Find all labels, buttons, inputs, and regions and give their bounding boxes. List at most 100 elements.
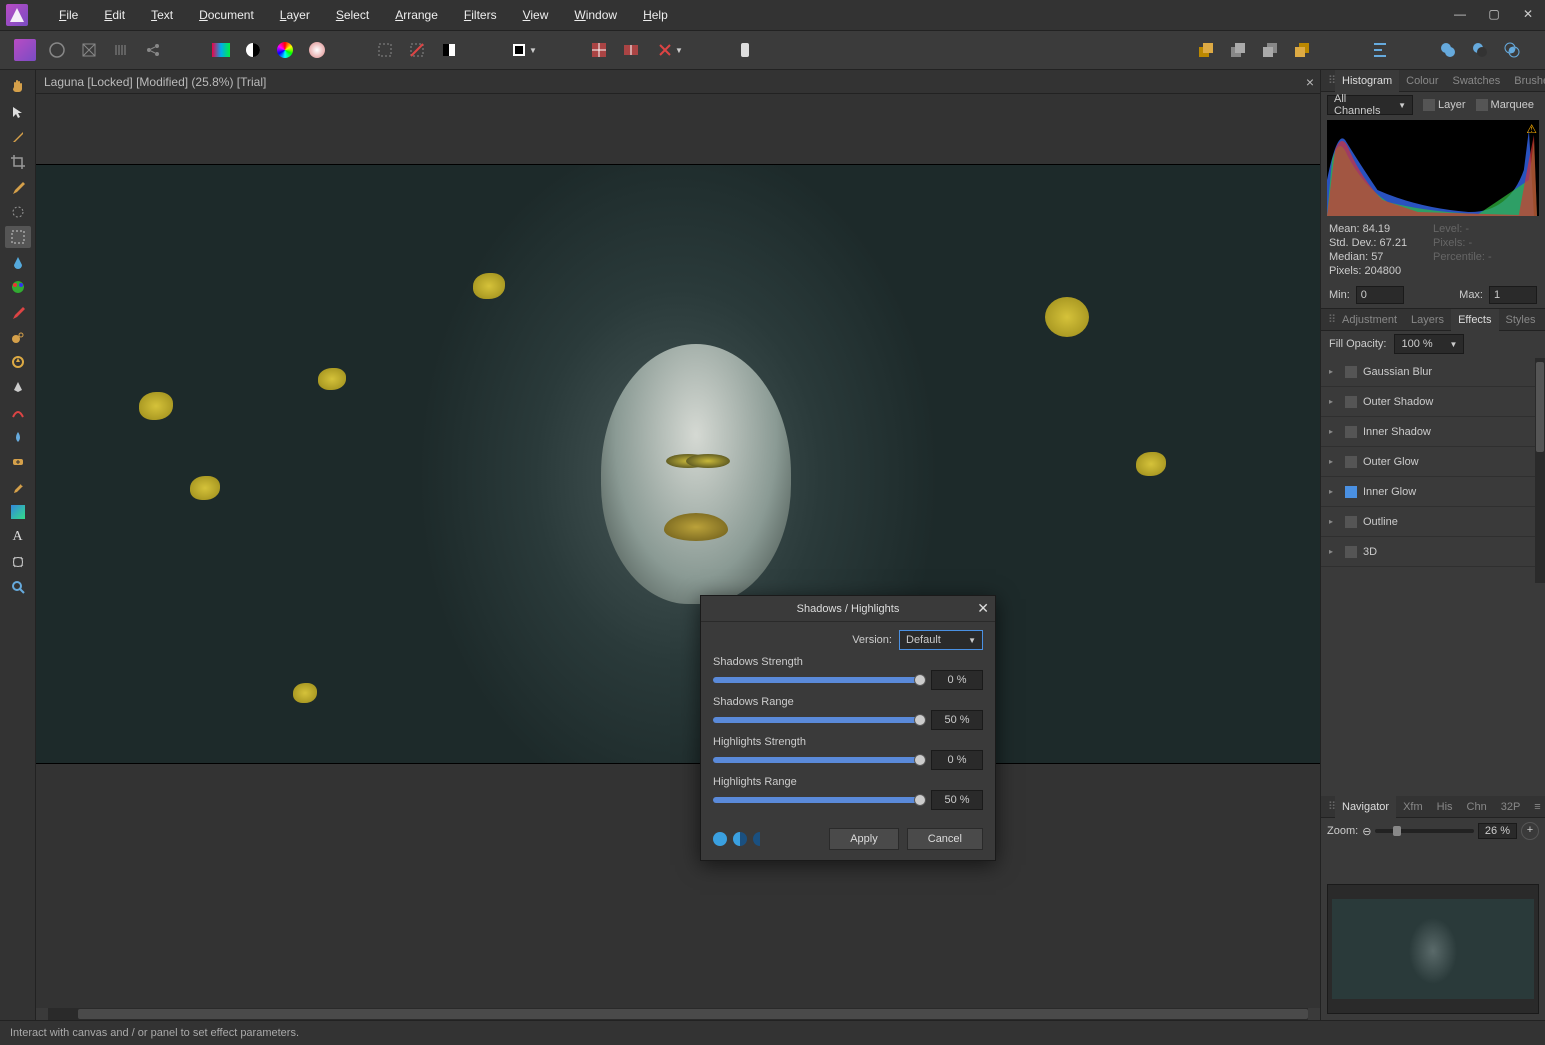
tab-effects[interactable]: Effects bbox=[1451, 309, 1498, 331]
tab-his[interactable]: His bbox=[1430, 796, 1460, 818]
histogram-channel-dropdown[interactable]: All Channels▼ bbox=[1327, 95, 1413, 115]
menu-arrange[interactable]: Arrange bbox=[382, 0, 451, 30]
version-dropdown[interactable]: Default▼ bbox=[899, 630, 983, 650]
selection-invert-icon[interactable] bbox=[436, 37, 462, 63]
slider-track[interactable] bbox=[713, 797, 921, 803]
effects-scrollbar[interactable] bbox=[1535, 358, 1545, 583]
zoom-tool-icon[interactable] bbox=[5, 576, 31, 598]
effect-item[interactable]: ▸Outline bbox=[1321, 507, 1545, 537]
blur-tool-icon[interactable] bbox=[5, 426, 31, 448]
tab-brushes[interactable]: Brushes bbox=[1507, 70, 1545, 92]
gradient-tool-icon[interactable] bbox=[5, 501, 31, 523]
cancel-button[interactable]: Cancel bbox=[907, 828, 983, 850]
tab-xfm[interactable]: Xfm bbox=[1396, 796, 1430, 818]
pen-tool-icon[interactable] bbox=[5, 376, 31, 398]
eyedropper-tool-icon[interactable] bbox=[5, 476, 31, 498]
arrange-forward-icon[interactable] bbox=[1193, 37, 1219, 63]
persona-photo-icon[interactable] bbox=[12, 37, 38, 63]
flood-select-tool-icon[interactable] bbox=[5, 251, 31, 273]
zoom-out-button[interactable]: ⊖ bbox=[1362, 825, 1371, 838]
histogram-max-input[interactable] bbox=[1489, 286, 1537, 304]
marquee-tool-icon[interactable] bbox=[5, 226, 31, 248]
slider-track[interactable] bbox=[713, 717, 921, 723]
effect-item[interactable]: ▸Inner Glow bbox=[1321, 477, 1545, 507]
menu-help[interactable]: Help bbox=[630, 0, 681, 30]
inpaint-tool-icon[interactable] bbox=[5, 401, 31, 423]
slider-knob[interactable] bbox=[914, 714, 926, 726]
effect-item[interactable]: ▸Outer Glow bbox=[1321, 447, 1545, 477]
paint-brush-tool-icon[interactable] bbox=[5, 176, 31, 198]
adjustment-soft-icon[interactable] bbox=[304, 37, 330, 63]
selection-rect-icon[interactable] bbox=[372, 37, 398, 63]
assistant-icon[interactable] bbox=[732, 37, 758, 63]
arrange-backward-icon[interactable] bbox=[1257, 37, 1283, 63]
tab-styles[interactable]: Styles bbox=[1499, 309, 1543, 331]
fill-opacity-dropdown[interactable]: 100 %▼ bbox=[1394, 334, 1464, 354]
menu-filters[interactable]: Filters bbox=[451, 0, 510, 30]
document-close-icon[interactable]: × bbox=[1306, 74, 1314, 90]
tab-colour[interactable]: Colour bbox=[1399, 70, 1445, 92]
grid-icon[interactable] bbox=[586, 37, 612, 63]
effect-item[interactable]: ▸Gaussian Blur bbox=[1321, 357, 1545, 387]
tab-swatches[interactable]: Swatches bbox=[1446, 70, 1508, 92]
histogram-marquee-checkbox[interactable]: Marquee bbox=[1476, 99, 1534, 111]
window-minimize-button[interactable]: ― bbox=[1443, 0, 1477, 30]
effect-checkbox[interactable] bbox=[1345, 546, 1357, 558]
zoom-in-button[interactable]: + bbox=[1521, 822, 1539, 840]
dodge-tool-icon[interactable] bbox=[5, 351, 31, 373]
clone-tool-icon[interactable] bbox=[5, 326, 31, 348]
tab-adjustment[interactable]: Adjustment bbox=[1335, 309, 1404, 331]
apply-button[interactable]: Apply bbox=[829, 828, 899, 850]
window-close-button[interactable]: ✕ bbox=[1511, 0, 1545, 30]
slider-track[interactable] bbox=[713, 677, 921, 683]
effect-checkbox[interactable] bbox=[1345, 516, 1357, 528]
histogram-layer-checkbox[interactable]: Layer bbox=[1423, 99, 1466, 111]
effect-checkbox[interactable] bbox=[1345, 486, 1357, 498]
tab-navigator[interactable]: Navigator bbox=[1335, 796, 1396, 818]
dialog-close-icon[interactable]: ✕ bbox=[977, 600, 989, 617]
menu-layer[interactable]: Layer bbox=[267, 0, 323, 30]
geometry-intersect-icon[interactable] bbox=[1499, 37, 1525, 63]
adjustment-gradient-icon[interactable] bbox=[208, 37, 234, 63]
grid-split-icon[interactable] bbox=[618, 37, 644, 63]
effect-checkbox[interactable] bbox=[1345, 456, 1357, 468]
tab-layers[interactable]: Layers bbox=[1404, 309, 1451, 331]
adjustment-hsl-icon[interactable] bbox=[272, 37, 298, 63]
geometry-add-icon[interactable] bbox=[1435, 37, 1461, 63]
paint-mixer-tool-icon[interactable] bbox=[5, 276, 31, 298]
menu-window[interactable]: Window bbox=[561, 0, 630, 30]
effect-checkbox[interactable] bbox=[1345, 366, 1357, 378]
window-maximize-button[interactable]: ▢ bbox=[1477, 0, 1511, 30]
geometry-subtract-icon[interactable] bbox=[1467, 37, 1493, 63]
horizontal-scrollbar[interactable] bbox=[36, 1008, 1320, 1020]
slider-value[interactable]: 50 % bbox=[931, 790, 983, 810]
dialog-titlebar[interactable]: Shadows / Highlights ✕ bbox=[701, 596, 995, 622]
quick-mask-dropdown[interactable]: ▼ bbox=[504, 37, 544, 63]
align-icon[interactable] bbox=[1367, 37, 1393, 63]
document-tab[interactable]: Laguna [Locked] [Modified] (25.8%) [Tria… bbox=[36, 70, 1320, 94]
effect-item[interactable]: ▸Inner Shadow bbox=[1321, 417, 1545, 447]
erase-tool-icon[interactable] bbox=[5, 301, 31, 323]
zoom-slider[interactable] bbox=[1375, 829, 1474, 833]
navigator-preview[interactable] bbox=[1327, 884, 1539, 1014]
menu-select[interactable]: Select bbox=[323, 0, 382, 30]
selection-brush-tool-icon[interactable] bbox=[5, 201, 31, 223]
effect-item[interactable]: ▸3D bbox=[1321, 537, 1545, 567]
menu-view[interactable]: View bbox=[510, 0, 562, 30]
slider-track[interactable] bbox=[713, 757, 921, 763]
panel-menu-icon[interactable]: ≡ bbox=[1527, 796, 1545, 818]
persona-liquify-icon[interactable] bbox=[44, 37, 70, 63]
slider-value[interactable]: 0 % bbox=[931, 750, 983, 770]
menu-document[interactable]: Document bbox=[186, 0, 267, 30]
effect-checkbox[interactable] bbox=[1345, 426, 1357, 438]
move-tool-icon[interactable] bbox=[5, 101, 31, 123]
mesh-tool-icon[interactable] bbox=[5, 551, 31, 573]
persona-tone-icon[interactable] bbox=[108, 37, 134, 63]
persona-export-icon[interactable] bbox=[140, 37, 166, 63]
snapping-dropdown[interactable]: ▼ bbox=[650, 37, 690, 63]
text-tool-icon[interactable]: A bbox=[5, 526, 31, 548]
slider-value[interactable]: 0 % bbox=[931, 670, 983, 690]
tab-chn[interactable]: Chn bbox=[1460, 796, 1494, 818]
panel-grip-icon[interactable]: ⠿ bbox=[1321, 796, 1335, 818]
tab-32p[interactable]: 32P bbox=[1494, 796, 1528, 818]
